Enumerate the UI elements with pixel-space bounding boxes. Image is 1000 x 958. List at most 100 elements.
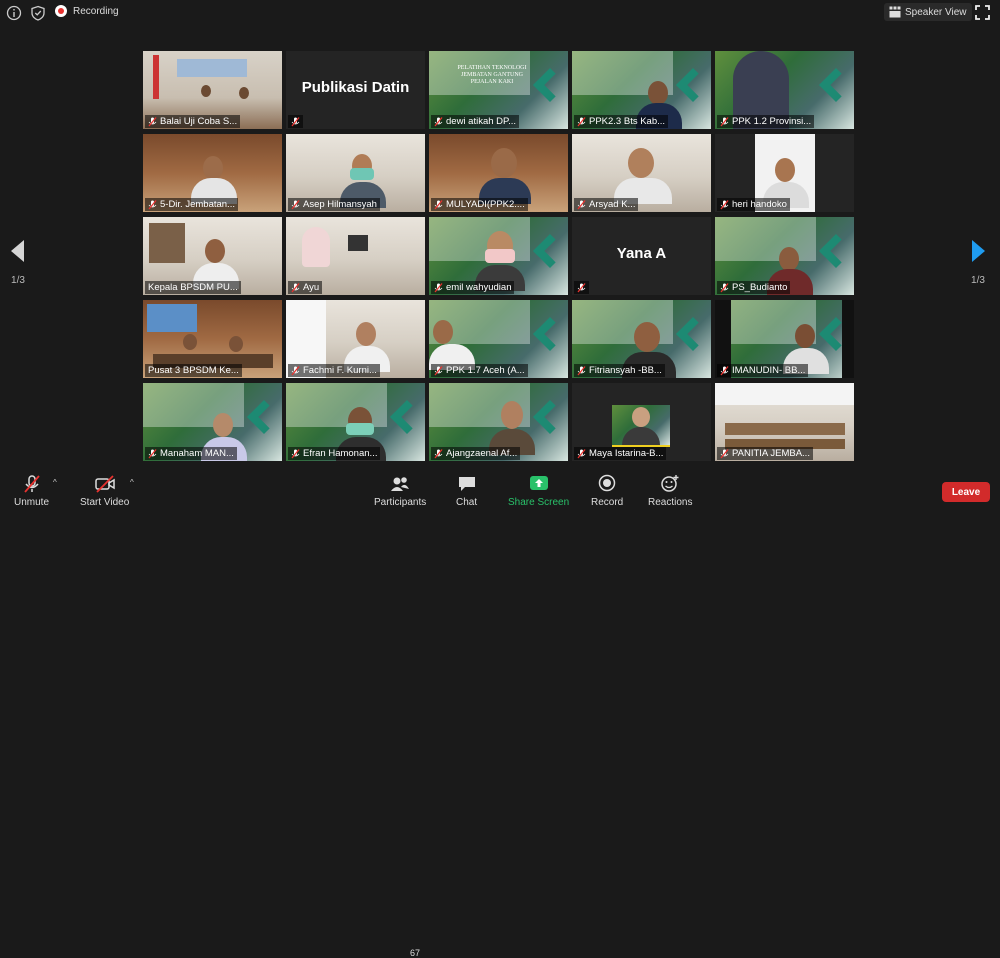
share-screen-button[interactable]: Share Screen: [508, 474, 569, 508]
participant-name-bar: emil wahyudian: [431, 281, 515, 294]
participants-icon: [391, 477, 410, 491]
participant-name: Kepala BPSDM PU...: [148, 282, 238, 293]
participant-name-bar: Kepala BPSDM PU...: [145, 281, 241, 294]
meeting-topbar: Recording Speaker View: [0, 0, 1000, 26]
participant-tile[interactable]: Maya Istarina-B...: [572, 383, 711, 461]
participant-name-bar: PANITIA JEMBA...: [717, 447, 813, 460]
participant-name: Fachmi F. Kurni...: [303, 365, 377, 376]
participant-tile[interactable]: Fachmi F. Kurni...: [286, 300, 425, 378]
participant-tile[interactable]: MULYADI(PPK2....: [429, 134, 568, 212]
participant-name: Balai Uji Coba S...: [160, 116, 238, 127]
participant-tile[interactable]: Publikasi Datin: [286, 51, 425, 129]
participant-name-bar: IMANUDIN- BB...: [717, 364, 809, 377]
participant-tile[interactable]: PS_Budianto: [715, 217, 854, 295]
next-page-button[interactable]: 1/3: [966, 240, 990, 286]
participant-name: Ayu: [303, 282, 320, 293]
participant-tile[interactable]: Arsyad K...: [572, 134, 711, 212]
chevron-right-icon: [972, 240, 985, 262]
participant-name-bar: PPK 1.2 Provinsi...: [717, 115, 815, 128]
muted-mic-icon: [291, 199, 300, 209]
muted-mic-icon: [577, 282, 586, 292]
participant-name-bar: Manaham MAN...: [145, 447, 237, 460]
chat-icon: [458, 477, 475, 491]
participant-display-name: Publikasi Datin: [301, 79, 410, 96]
participant-tile[interactable]: Ajangzaenal Af...: [429, 383, 568, 461]
share-screen-icon: [529, 476, 548, 490]
participant-tile[interactable]: Ayu: [286, 217, 425, 295]
record-button[interactable]: Record: [591, 474, 623, 508]
shield-icon[interactable]: [30, 5, 46, 21]
muted-mic-icon: [577, 116, 586, 126]
participant-name-bar: dewi atikah DP...: [431, 115, 520, 128]
participant-name: heri handoko: [732, 199, 787, 210]
record-icon: [598, 474, 616, 492]
participant-name-bar: PPK 1.7 Aceh (A...: [431, 364, 528, 377]
participant-tile[interactable]: IMANUDIN- BB...: [715, 300, 854, 378]
previous-page-button[interactable]: 1/3: [6, 240, 30, 286]
participant-name-bar: Asep Hilmansyah: [288, 198, 380, 211]
participant-name: Ajangzaenal Af...: [446, 448, 518, 459]
participant-name-bar: Pusat 3 BPSDM Ke...: [145, 364, 242, 377]
recording-label: Recording: [73, 5, 119, 17]
muted-mic-icon: [148, 116, 157, 126]
muted-mic-icon: [291, 448, 300, 458]
video-options-chevron-icon[interactable]: ^: [130, 478, 134, 487]
page-indicator-right: 1/3: [971, 275, 985, 286]
participant-tile[interactable]: heri handoko: [715, 134, 854, 212]
participant-name-bar: Balai Uji Coba S...: [145, 115, 241, 128]
chat-button[interactable]: Chat: [456, 474, 477, 508]
recording-indicator[interactable]: Recording: [55, 5, 119, 17]
record-label: Record: [591, 497, 624, 508]
start-video-button[interactable]: Start Video: [80, 474, 129, 508]
participants-button[interactable]: Participants: [374, 474, 426, 508]
participant-tile[interactable]: emil wahyudian: [429, 217, 568, 295]
participant-name: Efran Hamonan...: [303, 448, 378, 459]
meeting-toolbar: Unmute ^ Start Video ^ Participants 67 C…: [0, 470, 1000, 958]
participant-tile[interactable]: PELATIHAN TEKNOLOGI JEMBATAN GANTUNG PEJAL…: [429, 51, 568, 129]
muted-mic-icon: [434, 199, 443, 209]
participant-tile[interactable]: PPK 1.2 Provinsi...: [715, 51, 854, 129]
participant-tile[interactable]: Pusat 3 BPSDM Ke...: [143, 300, 282, 378]
participant-tile[interactable]: PPK 1.7 Aceh (A...: [429, 300, 568, 378]
unmute-button[interactable]: Unmute: [14, 474, 49, 508]
participant-name-bar: Ayu: [288, 281, 323, 294]
unmute-label: Unmute: [14, 497, 50, 508]
participant-name-bar: PS_Budianto: [717, 281, 791, 294]
audio-options-chevron-icon[interactable]: ^: [53, 478, 57, 487]
participant-name: 5-Dir. Jembatan...: [160, 199, 235, 210]
muted-mic-icon: [577, 199, 586, 209]
participant-tile[interactable]: PPK2.3 Bts Kab...: [572, 51, 711, 129]
reactions-button[interactable]: Reactions: [648, 474, 692, 508]
info-icon[interactable]: [6, 5, 22, 21]
participant-name: Manaham MAN...: [160, 448, 234, 459]
participant-name: Pusat 3 BPSDM Ke...: [148, 365, 239, 376]
participant-name-bar: [288, 115, 303, 128]
participant-name: PPK2.3 Bts Kab...: [589, 116, 666, 127]
page-indicator-left: 1/3: [11, 275, 25, 286]
active-speaker-tile[interactable]: Kepala BPSDM PU...: [143, 217, 282, 295]
reactions-label: Reactions: [648, 497, 693, 508]
participant-name: PS_Budianto: [732, 282, 788, 293]
participant-tile[interactable]: 5-Dir. Jembatan...: [143, 134, 282, 212]
participant-tile[interactable]: Efran Hamonan...: [286, 383, 425, 461]
participant-name-bar: Maya Istarina-B...: [574, 447, 667, 460]
participant-tile[interactable]: Balai Uji Coba S...: [143, 51, 282, 129]
participant-name: dewi atikah DP...: [446, 116, 517, 127]
muted-mic-icon: [291, 365, 300, 375]
speaker-view-button[interactable]: Speaker View: [884, 3, 972, 21]
share-screen-label: Share Screen: [508, 497, 570, 508]
participant-tile[interactable]: Fitriansyah -BB...: [572, 300, 711, 378]
muted-microphone-icon: [23, 475, 40, 493]
participant-tile[interactable]: Asep Hilmansyah: [286, 134, 425, 212]
participant-tile[interactable]: Manaham MAN...: [143, 383, 282, 461]
participant-tile[interactable]: Yana A: [572, 217, 711, 295]
leave-button[interactable]: Leave: [942, 482, 990, 502]
video-gallery: Balai Uji Coba S... Publikasi Datin PELA…: [143, 51, 855, 461]
participant-name: PPK 1.2 Provinsi...: [732, 116, 812, 127]
fullscreen-icon[interactable]: [975, 5, 990, 20]
muted-mic-icon: [291, 116, 300, 126]
participant-display-name: Yana A: [616, 245, 667, 262]
participant-name: Fitriansyah -BB...: [589, 365, 662, 376]
participant-tile[interactable]: PANITIA JEMBA...: [715, 383, 854, 461]
participant-name-bar: Ajangzaenal Af...: [431, 447, 521, 460]
